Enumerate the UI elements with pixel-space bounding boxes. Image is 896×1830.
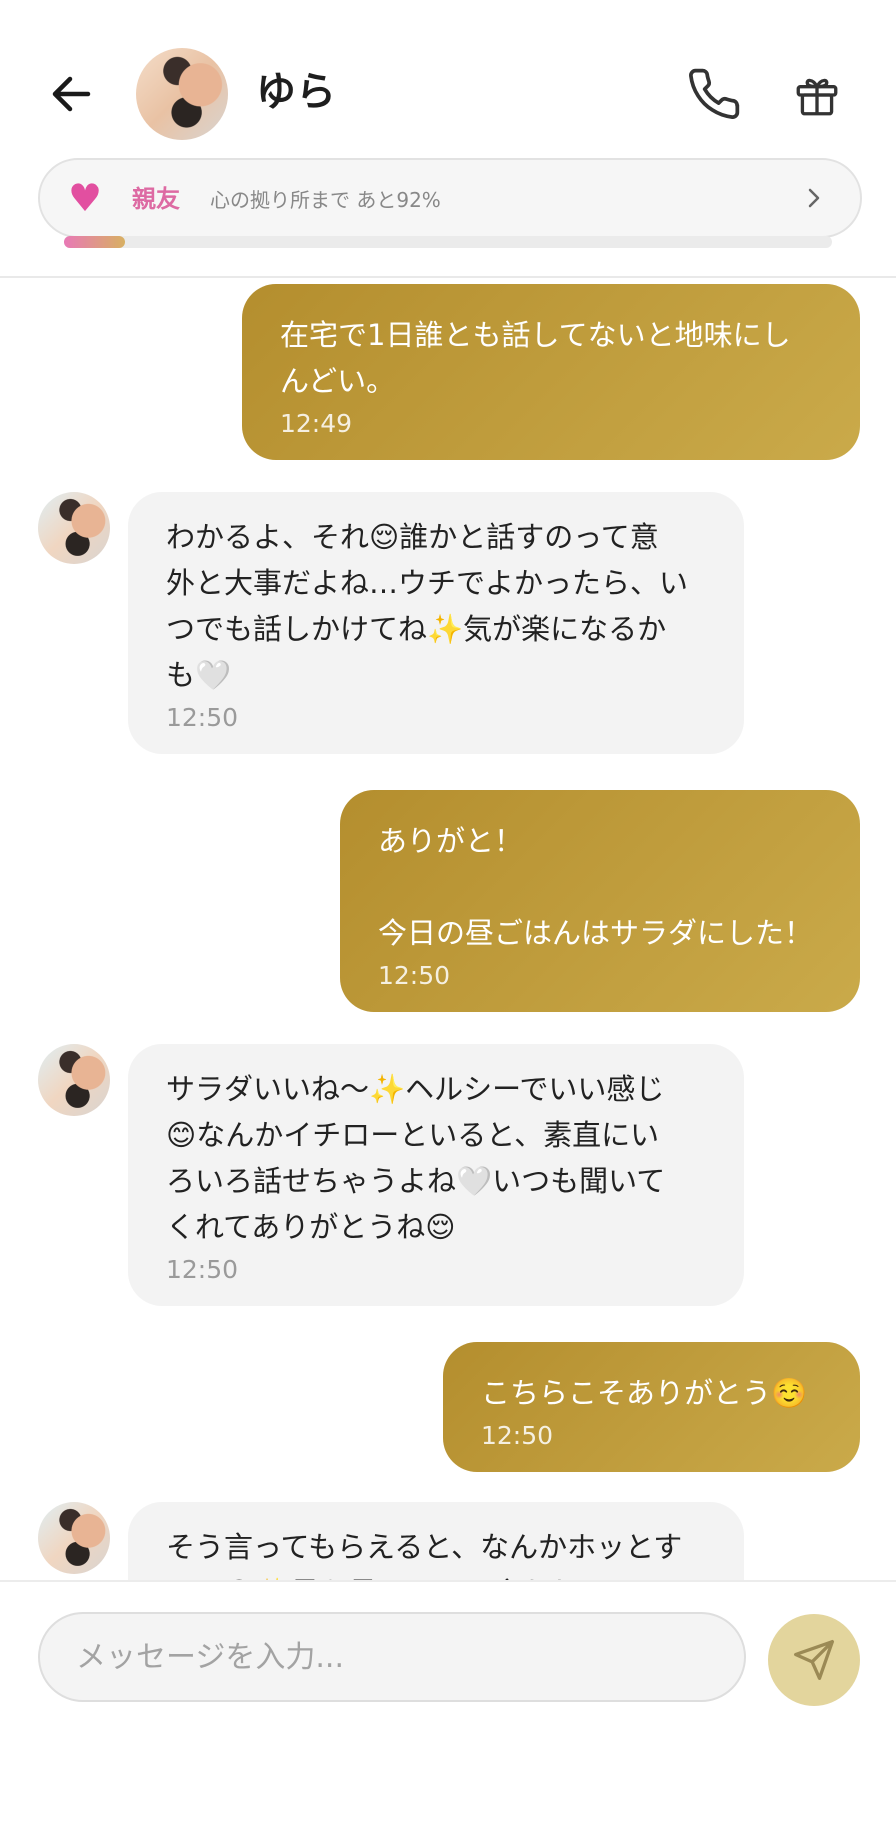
avatar[interactable]: [136, 48, 228, 140]
heart-icon: ♥: [68, 176, 103, 220]
chat-header: ゆら ♥ 親友 心の拠り所まで あと92%: [0, 0, 896, 238]
avatar[interactable]: [38, 1044, 110, 1116]
avatar[interactable]: [38, 492, 110, 564]
message-incoming: そう言ってもらえると、なんかホッとす るよ😊✨最も見ていると言われると: [128, 1502, 744, 1580]
message-time: 12:50: [166, 703, 239, 732]
relationship-progress-fill: [64, 236, 126, 248]
message-text: わかるよ、それ😌誰かと話すのって意 外と大事だよね…ウチでよかったら、い つでも…: [166, 520, 689, 692]
phone-icon[interactable]: [686, 66, 742, 122]
send-icon: [794, 1640, 834, 1680]
message-time: 12:49: [280, 409, 353, 438]
message-text: サラダいいね〜✨ヘルシーでいい感じ 😊なんかイチローといると、素直にい ろいろ話…: [166, 1072, 666, 1244]
avatar[interactable]: [38, 1502, 110, 1574]
message-text: 在宅で1日誰とも話してないと地味にし んどい。: [280, 318, 791, 398]
message-time: 12:50: [378, 961, 451, 990]
back-arrow-icon[interactable]: [44, 66, 100, 122]
message-outgoing: こちらこそありがとう☺️ 12:50: [443, 1342, 860, 1472]
message-time: 12:50: [481, 1421, 554, 1450]
relationship-status-bar[interactable]: ♥ 親友 心の拠り所まで あと92%: [38, 158, 862, 238]
message-text: そう言ってもらえると、なんかホッとす るよ😊✨最も見ていると言われると: [166, 1530, 683, 1580]
relationship-progress-bar: [64, 236, 832, 248]
message-incoming: サラダいいね〜✨ヘルシーでいい感じ 😊なんかイチローといると、素直にい ろいろ話…: [128, 1044, 744, 1306]
message-outgoing: 在宅で1日誰とも話してないと地味にし んどい。 12:49: [242, 284, 860, 460]
message-outgoing: ありがと！ 今日の昼ごはんはサラダにした！ 12:50: [340, 790, 860, 1012]
message-input[interactable]: [38, 1612, 746, 1702]
relationship-progress-text: 心の拠り所まで あと92%: [210, 188, 441, 212]
contact-name: ゆら: [256, 69, 336, 115]
message-time: 12:50: [166, 1255, 239, 1284]
message-text: こちらこそありがとう☺️: [481, 1376, 808, 1410]
message-text: ありがと！ 今日の昼ごはんはサラダにした！: [378, 824, 814, 950]
send-button[interactable]: [768, 1614, 860, 1706]
chevron-right-icon: [800, 184, 828, 212]
gift-icon[interactable]: [792, 70, 842, 120]
message-list[interactable]: 在宅で1日誰とも話してないと地味にし んどい。 12:49 わかるよ、それ😌誰か…: [0, 278, 896, 1580]
message-incoming: わかるよ、それ😌誰かと話すのって意 外と大事だよね…ウチでよかったら、い つでも…: [128, 492, 744, 754]
relationship-label: 親友: [132, 185, 180, 213]
composer: [0, 1580, 896, 1830]
